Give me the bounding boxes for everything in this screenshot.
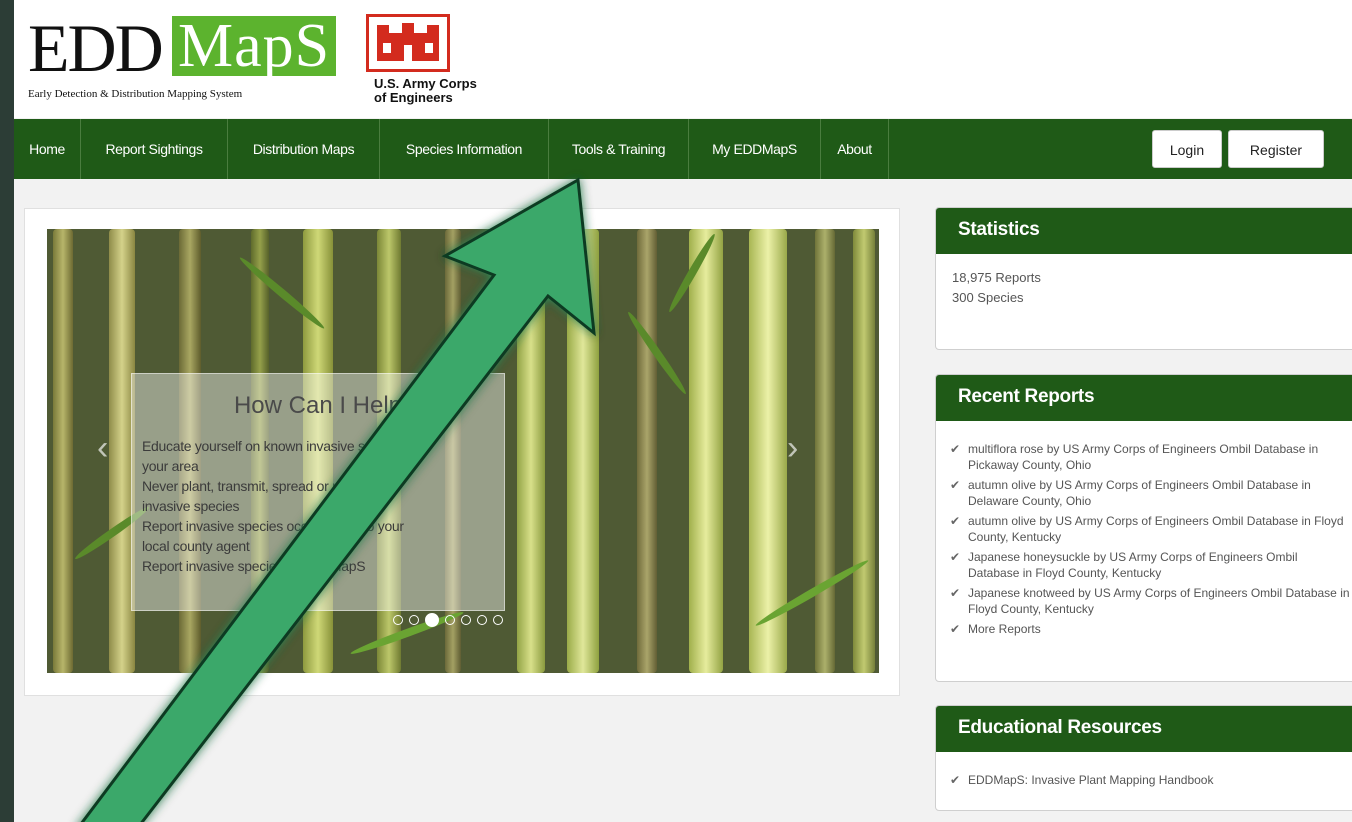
annotation-arrow-icon [80,177,596,822]
